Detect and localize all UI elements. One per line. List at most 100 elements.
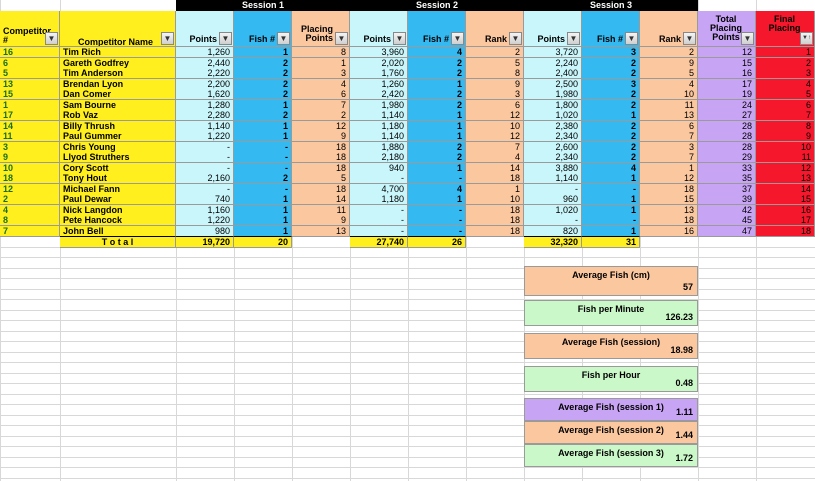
cell-s1pl[interactable]: 13 — [292, 225, 350, 237]
cell-s2r[interactable]: 18 — [466, 204, 524, 216]
cell-s2f[interactable]: 4 — [408, 47, 466, 58]
cell-s1pl[interactable]: 18 — [292, 162, 350, 174]
cell-s1f[interactable]: - — [234, 162, 292, 174]
cell-s1f[interactable]: 1 — [234, 99, 292, 111]
cell-s3r[interactable]: 11 — [640, 99, 698, 111]
cell-tot[interactable]: 27 — [698, 110, 756, 121]
cell-s2f[interactable]: 1 — [408, 78, 466, 90]
cell-s1p[interactable]: 2,280 — [176, 110, 234, 121]
cell-tot[interactable]: 28 — [698, 120, 756, 132]
cell-fin[interactable]: 10 — [756, 141, 815, 153]
cell-name[interactable]: Paul Dewar — [60, 194, 176, 205]
cell-name[interactable]: Dan Comer — [60, 89, 176, 100]
cell-s3r[interactable]: 7 — [640, 131, 698, 142]
cell-s1f[interactable]: 1 — [234, 120, 292, 132]
cell-s1pl[interactable]: 18 — [292, 152, 350, 163]
cell-tot[interactable]: 37 — [698, 183, 756, 195]
cell-tot[interactable]: 39 — [698, 194, 756, 205]
cell-s2r[interactable]: 3 — [466, 89, 524, 100]
cell-s3p[interactable]: 2,500 — [524, 78, 582, 90]
cell-s1pl[interactable]: 9 — [292, 215, 350, 226]
filter-dropdown-s1p[interactable]: ▼ — [219, 32, 232, 45]
cell-s2r[interactable]: 2 — [466, 47, 524, 58]
cell-id[interactable]: 6 — [0, 57, 60, 69]
filter-dropdown-s2p[interactable]: ▼ — [393, 32, 406, 45]
cell-s2r[interactable]: 1 — [466, 183, 524, 195]
cell-s3p[interactable]: 2,340 — [524, 131, 582, 142]
cell-fin[interactable]: 2 — [756, 57, 815, 69]
cell-s3r[interactable]: 18 — [640, 215, 698, 226]
cell-fin[interactable]: 1 — [756, 47, 815, 58]
cell-s1f[interactable]: - — [234, 152, 292, 163]
cell-s1p[interactable]: - — [176, 183, 234, 195]
cell-s1pl[interactable]: 3 — [292, 68, 350, 79]
cell-s2f[interactable]: 1 — [408, 120, 466, 132]
cell-fin[interactable]: 8 — [756, 120, 815, 132]
cell-s2p[interactable]: 1,760 — [350, 68, 408, 79]
cell-s1p[interactable]: 1,160 — [176, 204, 234, 216]
cell-id[interactable]: 15 — [0, 89, 60, 100]
cell-fin[interactable]: 9 — [756, 131, 815, 142]
cell-tot[interactable]: 16 — [698, 68, 756, 79]
cell-s2r[interactable]: 7 — [466, 141, 524, 153]
cell-s1f[interactable]: 1 — [234, 131, 292, 142]
cell-s2p[interactable]: 1,140 — [350, 110, 408, 121]
cell-id[interactable]: 18 — [0, 173, 60, 184]
cell-s3p[interactable]: 3,880 — [524, 162, 582, 174]
cell-s2f[interactable]: - — [408, 173, 466, 184]
cell-s2f[interactable]: 4 — [408, 183, 466, 195]
cell-s3f[interactable]: 2 — [582, 89, 640, 100]
cell-s2r[interactable]: 6 — [466, 99, 524, 111]
cell-fin[interactable]: 3 — [756, 68, 815, 79]
cell-s2f[interactable]: 1 — [408, 131, 466, 142]
cell-s2p[interactable]: - — [350, 215, 408, 226]
filter-dropdown-s3r[interactable]: ▼ — [683, 32, 696, 45]
cell-s2r[interactable]: 18 — [466, 225, 524, 237]
cell-s2r[interactable]: 4 — [466, 152, 524, 163]
cell-s2p[interactable]: 1,260 — [350, 78, 408, 90]
cell-s1f[interactable]: 2 — [234, 89, 292, 100]
cell-s3p[interactable]: 2,380 — [524, 120, 582, 132]
cell-s2f[interactable]: 1 — [408, 110, 466, 121]
cell-id[interactable]: 11 — [0, 131, 60, 142]
cell-s2p[interactable]: 2,420 — [350, 89, 408, 100]
cell-name[interactable]: Brendan Lyon — [60, 78, 176, 90]
cell-s3f[interactable]: 2 — [582, 68, 640, 79]
cell-s3r[interactable]: 10 — [640, 89, 698, 100]
cell-s3f[interactable]: 1 — [582, 204, 640, 216]
cell-s3p[interactable]: 3,720 — [524, 47, 582, 58]
cell-name[interactable]: John Bell — [60, 225, 176, 237]
cell-s1p[interactable]: 1,220 — [176, 131, 234, 142]
filter-dropdown-s2f[interactable]: ▼ — [451, 32, 464, 45]
cell-s2r[interactable]: 18 — [466, 173, 524, 184]
cell-fin[interactable]: 15 — [756, 194, 815, 205]
cell-s1f[interactable]: 1 — [234, 204, 292, 216]
cell-s1pl[interactable]: 1 — [292, 57, 350, 69]
cell-s2r[interactable]: 10 — [466, 120, 524, 132]
cell-name[interactable]: Tony Hout — [60, 173, 176, 184]
cell-s3p[interactable]: - — [524, 183, 582, 195]
cell-s3p[interactable]: 1,020 — [524, 110, 582, 121]
cell-s2f[interactable]: 2 — [408, 68, 466, 79]
cell-name[interactable]: Billy Thrush — [60, 120, 176, 132]
cell-s2f[interactable]: 1 — [408, 194, 466, 205]
cell-s3p[interactable]: 2,340 — [524, 152, 582, 163]
cell-s3f[interactable]: 1 — [582, 173, 640, 184]
cell-name[interactable]: Tim Rich — [60, 47, 176, 58]
cell-s2r[interactable]: 12 — [466, 110, 524, 121]
cell-name[interactable]: Michael Fann — [60, 183, 176, 195]
filter-dropdown-name[interactable]: ▼ — [161, 32, 174, 45]
cell-s3f[interactable]: 1 — [582, 194, 640, 205]
cell-name[interactable]: Gareth Godfrey — [60, 57, 176, 69]
cell-tot[interactable]: 17 — [698, 78, 756, 90]
cell-id[interactable]: 4 — [0, 204, 60, 216]
cell-s3f[interactable]: 3 — [582, 47, 640, 58]
cell-s1p[interactable]: - — [176, 141, 234, 153]
cell-s1pl[interactable]: 2 — [292, 110, 350, 121]
cell-s3p[interactable]: 1,800 — [524, 99, 582, 111]
cell-name[interactable]: Sam Bourne — [60, 99, 176, 111]
cell-s1p[interactable]: 1,220 — [176, 215, 234, 226]
cell-s3p[interactable]: 960 — [524, 194, 582, 205]
cell-s3f[interactable]: 4 — [582, 162, 640, 174]
cell-s3r[interactable]: 13 — [640, 110, 698, 121]
